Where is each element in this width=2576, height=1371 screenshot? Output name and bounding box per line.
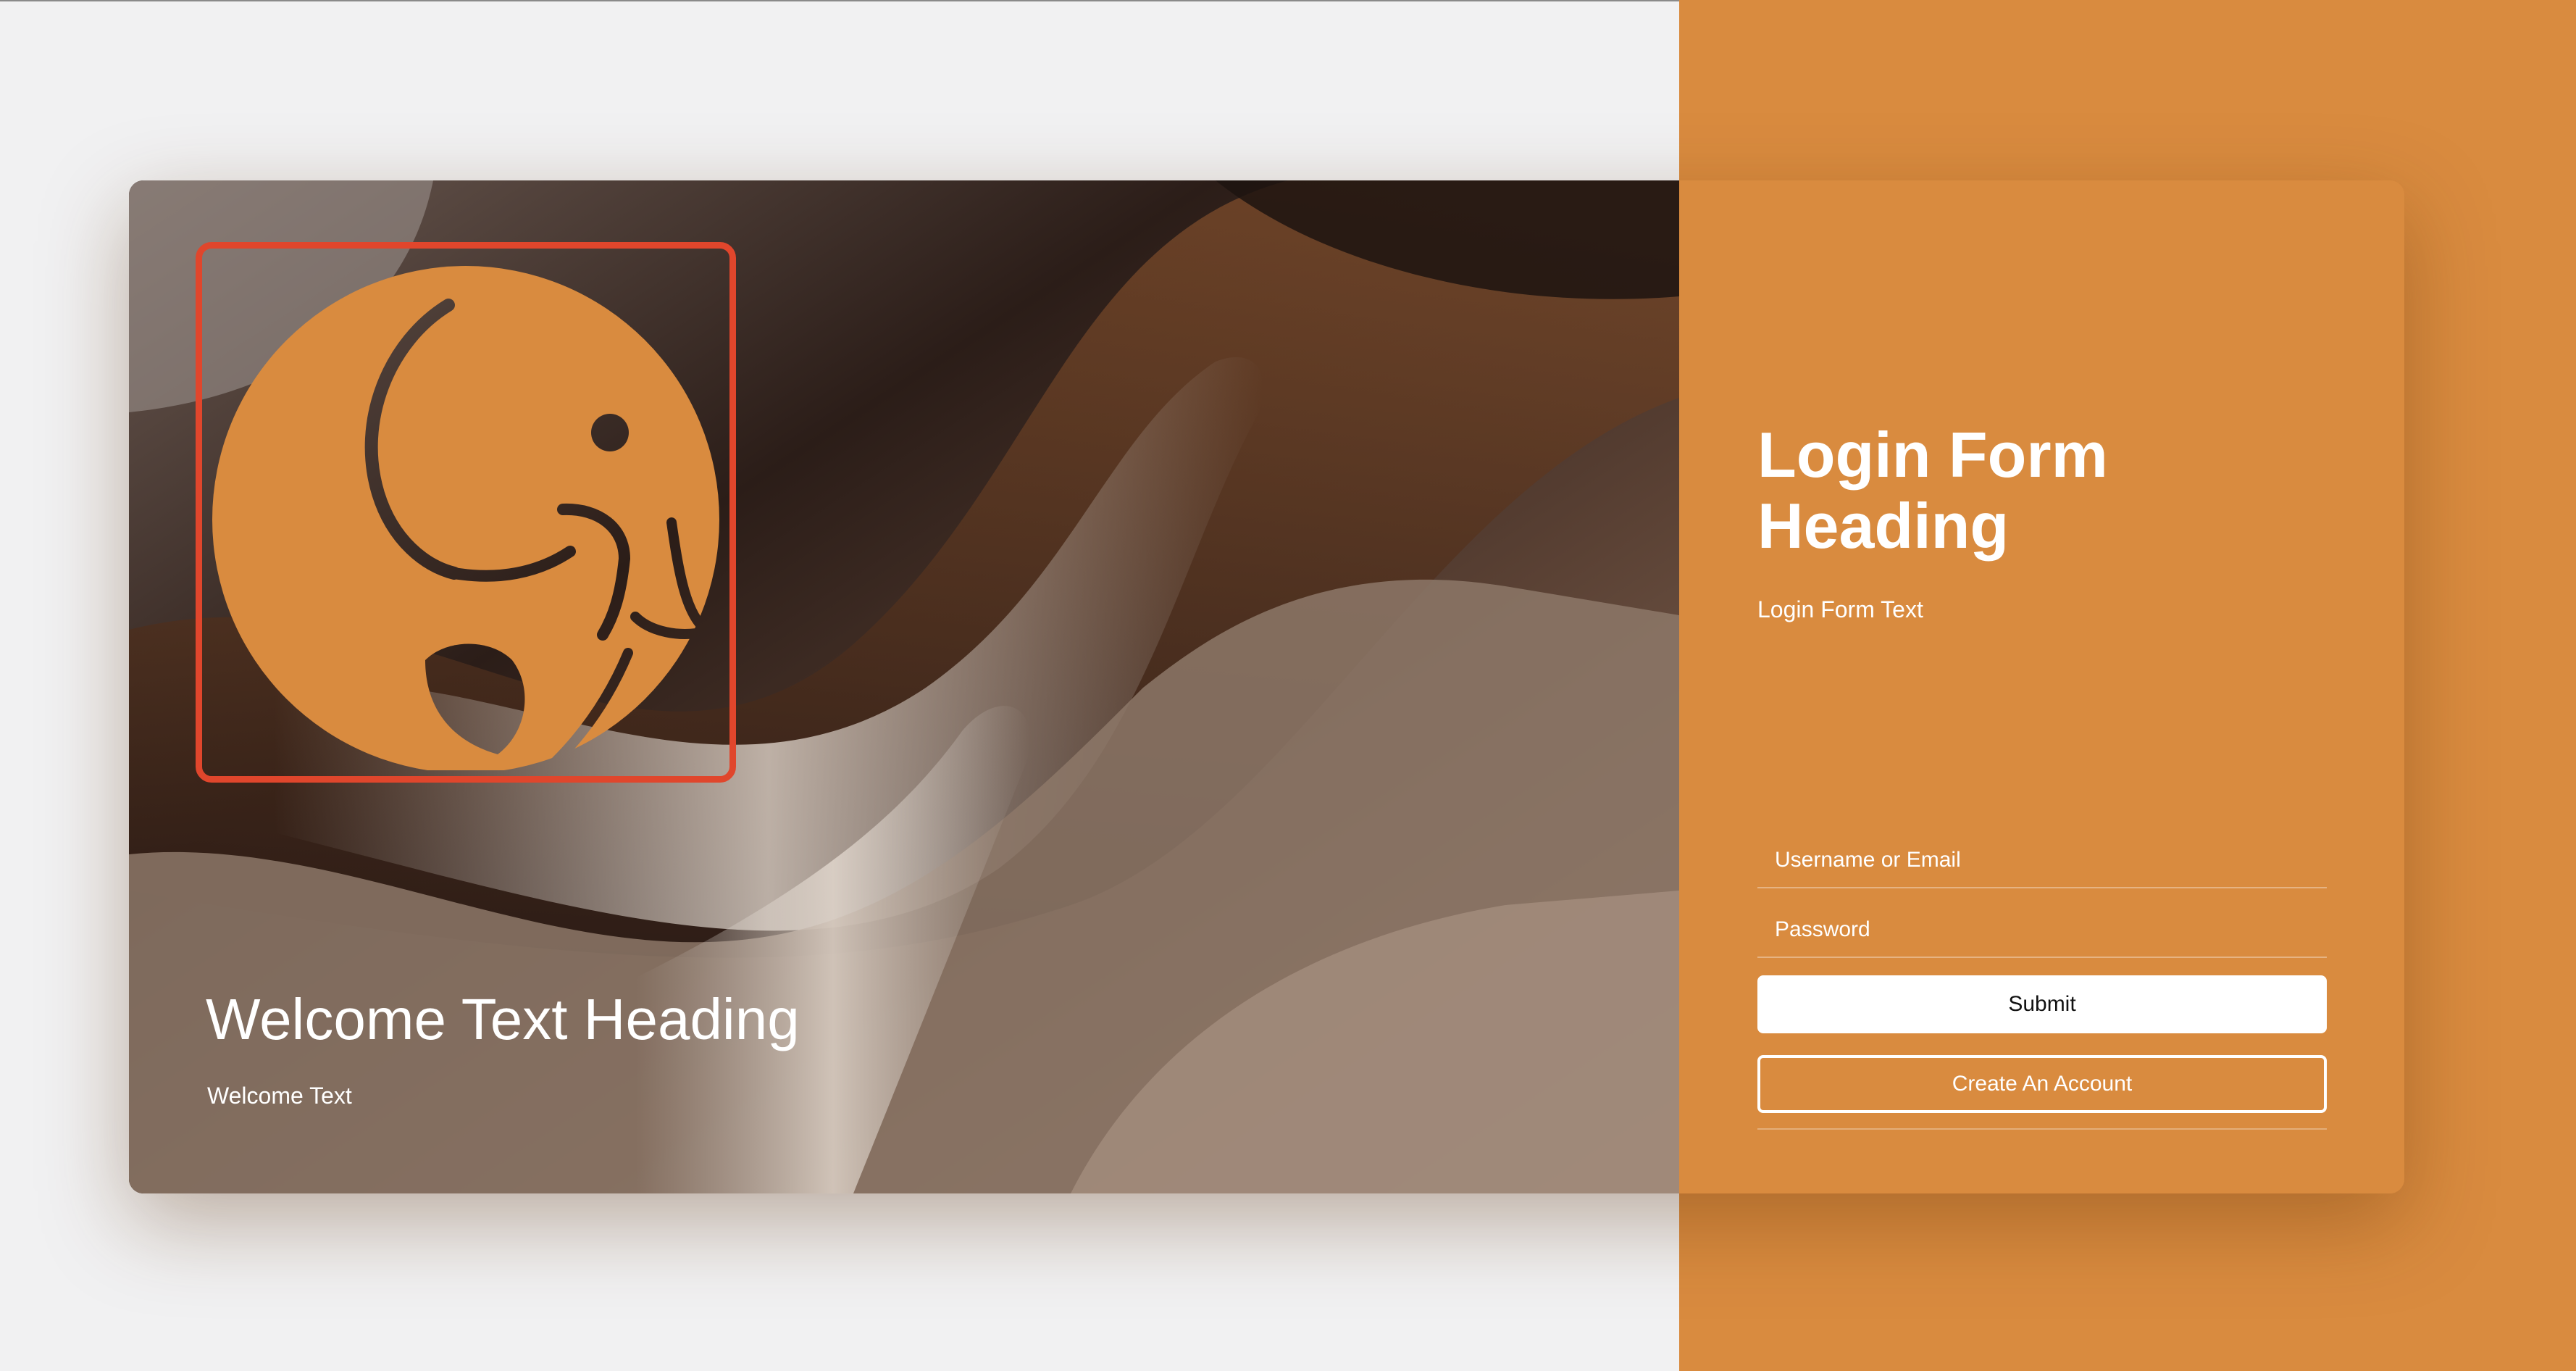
welcome-heading: Welcome Text Heading	[206, 987, 800, 1051]
login-form-panel: Login Form Heading Login Form Text Submi…	[1679, 180, 2404, 1193]
create-account-button[interactable]: Create An Account	[1757, 1055, 2327, 1113]
hero-panel: Welcome Text Heading Welcome Text	[129, 180, 1679, 1193]
login-page: Welcome Text Heading Welcome Text Login …	[0, 0, 2576, 1371]
welcome-text: Welcome Text	[207, 1083, 352, 1109]
login-card: Welcome Text Heading Welcome Text Login …	[129, 180, 2404, 1193]
login-form-text: Login Form Text	[1757, 596, 1923, 622]
submit-button[interactable]: Submit	[1757, 975, 2327, 1033]
form-divider	[1757, 1128, 2327, 1130]
password-input[interactable]	[1757, 903, 2327, 958]
logo-frame	[196, 242, 736, 783]
elephant-icon	[212, 266, 719, 770]
login-form-heading: Login Form Heading	[1757, 419, 2108, 562]
username-input[interactable]	[1757, 833, 2327, 888]
